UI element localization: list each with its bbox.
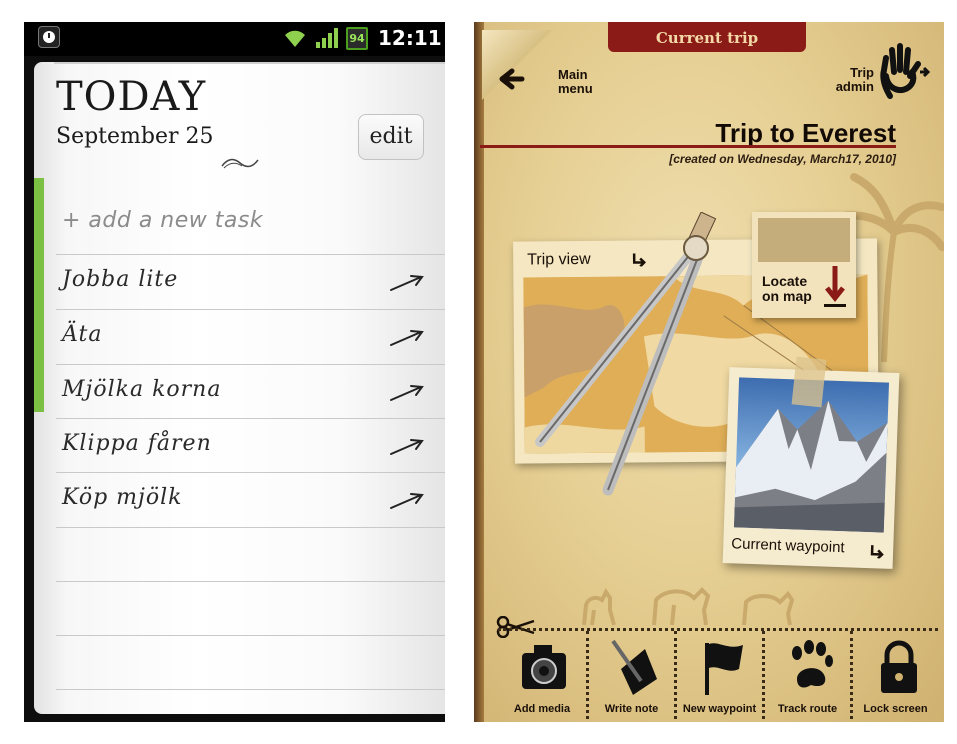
task-label: Äta (62, 322, 103, 347)
signal-icon (316, 28, 338, 48)
lock-screen-button[interactable]: Lock screen (850, 631, 938, 722)
list-color-tab[interactable] (34, 178, 44, 412)
divider (480, 145, 896, 148)
write-note-button[interactable]: Write note (586, 631, 674, 722)
new-waypoint-button[interactable]: New waypoint (674, 631, 762, 722)
locate-on-map-label: Locate on map (762, 273, 812, 304)
battery-icon: 94 (346, 27, 368, 50)
bottom-toolbar: Add media Write note New waypoint Track … (498, 628, 938, 722)
wifi-icon (285, 30, 305, 47)
note-pen-icon (611, 639, 657, 695)
corner-arrow-icon (870, 545, 884, 559)
divider (54, 62, 445, 64)
track-route-label: Track route (777, 703, 838, 715)
main-menu-label: Main menu (558, 67, 593, 96)
task-row[interactable]: Mjölka korna (56, 365, 445, 419)
lock-screen-label: Lock screen (863, 703, 928, 715)
drafting-compass-icon (535, 212, 717, 496)
status-bar: 94 12:11 (24, 22, 445, 56)
task-label: Klippa fåren (62, 431, 212, 456)
add-task-input[interactable]: + add a new task (62, 208, 263, 233)
divider (56, 527, 445, 528)
battery-level: 94 (349, 32, 365, 45)
task-row[interactable]: Jobba lite (56, 255, 445, 309)
divider (56, 581, 445, 582)
trip-admin-label: Trip admin (835, 65, 874, 94)
mini-map-image (758, 218, 850, 262)
open-task-arrow-icon[interactable] (389, 273, 425, 293)
task-notepad: TODAY September 25 edit + add a new task… (34, 62, 445, 714)
book-spine (474, 22, 484, 722)
task-label: Mjölka korna (62, 377, 222, 402)
trip-admin-button[interactable]: Trip admin (814, 42, 932, 102)
camera-icon (522, 645, 566, 689)
divider (56, 689, 445, 690)
new-waypoint-label: New waypoint (682, 703, 757, 715)
page-title: TODAY (56, 74, 207, 120)
trip-journal-screen: Main menu Current trip Trip admin Trip t… (474, 22, 944, 722)
task-row[interactable]: Köp mjölk (56, 473, 445, 527)
date-label: September 25 (56, 124, 214, 149)
add-media-button[interactable]: Add media (498, 631, 586, 722)
locate-on-map-button[interactable]: Locate on map (752, 212, 856, 318)
open-task-arrow-icon[interactable] (389, 491, 425, 511)
down-arrow-marker-icon (824, 266, 846, 307)
paw-print-icon (792, 640, 833, 688)
open-task-arrow-icon[interactable] (389, 383, 425, 403)
caravan-silhouette-decoration (582, 587, 795, 626)
open-task-arrow-icon[interactable] (389, 328, 425, 348)
back-arrow-icon (499, 68, 525, 90)
task-label: Köp mjölk (62, 485, 183, 510)
swirl-ornament-icon (221, 158, 259, 169)
tape-decoration (791, 356, 827, 408)
flag-icon (705, 643, 743, 695)
divider (56, 635, 445, 636)
todo-app-screen: 94 12:11 TODAY September 25 edit + add a… (24, 22, 445, 722)
edit-button[interactable]: edit (358, 114, 424, 160)
write-note-label: Write note (604, 703, 659, 715)
main-menu-button[interactable]: Main menu (496, 62, 606, 106)
padlock-icon (881, 640, 917, 693)
current-waypoint-label: Current waypoint (731, 535, 845, 557)
add-media-label: Add media (513, 703, 571, 715)
open-task-arrow-icon[interactable] (389, 437, 425, 457)
status-clock: 12:11 (378, 26, 442, 50)
task-label: Jobba lite (62, 267, 179, 292)
app-notification-icon (38, 26, 60, 48)
track-route-button[interactable]: Track route (762, 631, 850, 722)
task-row[interactable]: Klippa fåren (56, 419, 445, 473)
task-row[interactable]: Äta (56, 310, 445, 364)
hand-print-icon (880, 43, 930, 99)
tab-current-trip[interactable]: Current trip (608, 22, 806, 52)
created-date: [created on Wednesday, March17, 2010] (669, 152, 896, 166)
